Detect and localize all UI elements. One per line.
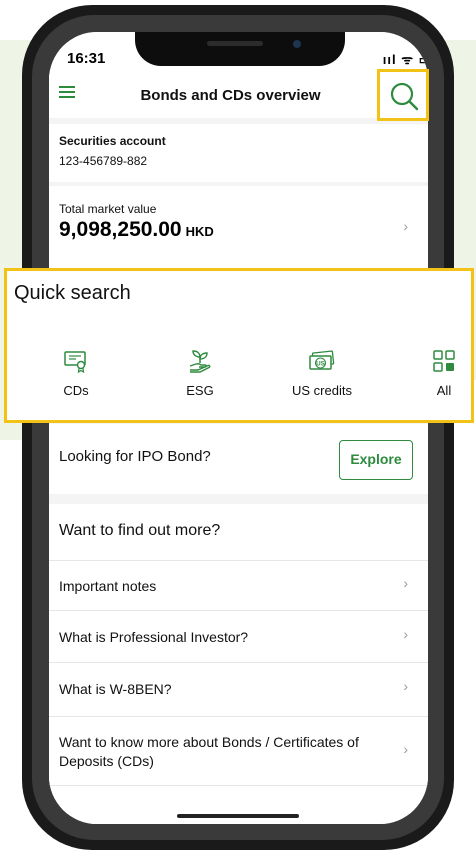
quick-search-title: Quick search	[14, 282, 131, 304]
speaker	[207, 41, 263, 46]
link-bonds-cds[interactable]: Want to know more about Bonds / Certific…	[49, 716, 428, 786]
camera	[293, 40, 301, 48]
home-indicator	[177, 814, 299, 818]
chevron-right-icon: ›	[403, 575, 408, 591]
grid-icon	[433, 350, 455, 372]
ipo-label: Looking for IPO Bond?	[59, 448, 211, 465]
chevron-right-icon: ›	[403, 218, 408, 234]
chevron-right-icon: ›	[403, 678, 408, 694]
app-bar: Bonds and CDs overview	[49, 74, 428, 118]
link-important-notes[interactable]: Important notes ›	[49, 560, 428, 610]
phone-screen: 16:31 ııl ᯤ ▭ Bonds and CDs overview Sec…	[49, 32, 428, 824]
quick-item-all[interactable]: All	[399, 349, 476, 398]
quick-search-panel: Quick search CDs ESG US US credits All	[4, 268, 474, 423]
quick-item-us-credits[interactable]: US US credits	[277, 349, 367, 398]
plant-hand-icon	[189, 350, 211, 373]
quick-item-esg[interactable]: ESG	[155, 349, 245, 398]
account-number: 123-456789-882	[59, 154, 148, 168]
more-info-title: Want to find out more?	[59, 522, 221, 539]
link-w8ben[interactable]: What is W-8BEN? ›	[49, 662, 428, 716]
status-time: 16:31	[67, 50, 106, 67]
explore-button[interactable]: Explore	[339, 440, 413, 480]
link-label: What is Professional Investor?	[59, 629, 249, 645]
market-value-label: Total market value	[59, 202, 157, 216]
quick-item-cds[interactable]: CDs	[31, 349, 121, 398]
market-value-currency: HKD	[185, 224, 214, 239]
certificate-icon	[64, 351, 86, 373]
quick-item-label: US credits	[292, 383, 352, 398]
account-label: Securities account	[59, 134, 166, 148]
quick-item-label: ESG	[186, 383, 214, 398]
quick-item-label: CDs	[63, 383, 89, 398]
quick-item-label: All	[436, 383, 452, 398]
securities-account-card[interactable]: Securities account 123-456789-882	[49, 124, 428, 182]
link-label: What is W-8BEN?	[59, 681, 172, 697]
more-info-section: Want to find out more? Important notes ›…	[49, 504, 428, 824]
ipo-bond-card: Looking for IPO Bond? Explore	[49, 424, 428, 494]
link-label: Important notes	[59, 578, 157, 594]
status-icons: ııl ᯤ ▭	[382, 52, 428, 67]
chevron-right-icon: ›	[403, 626, 408, 642]
market-value-card[interactable]: Total market value 9,098,250.00 HKD ›	[49, 186, 428, 268]
link-label: Want to know more about Bonds / Certific…	[59, 734, 359, 769]
search-icon	[390, 82, 419, 111]
chevron-right-icon: ›	[403, 741, 408, 757]
us-banknote-icon: US	[309, 350, 335, 370]
page-title: Bonds and CDs overview	[140, 87, 321, 104]
search-button[interactable]	[377, 69, 429, 121]
phone-notch	[135, 32, 345, 66]
link-professional-investor[interactable]: What is Professional Investor? ›	[49, 610, 428, 662]
market-value-amount: 9,098,250.00 HKD	[59, 218, 214, 241]
